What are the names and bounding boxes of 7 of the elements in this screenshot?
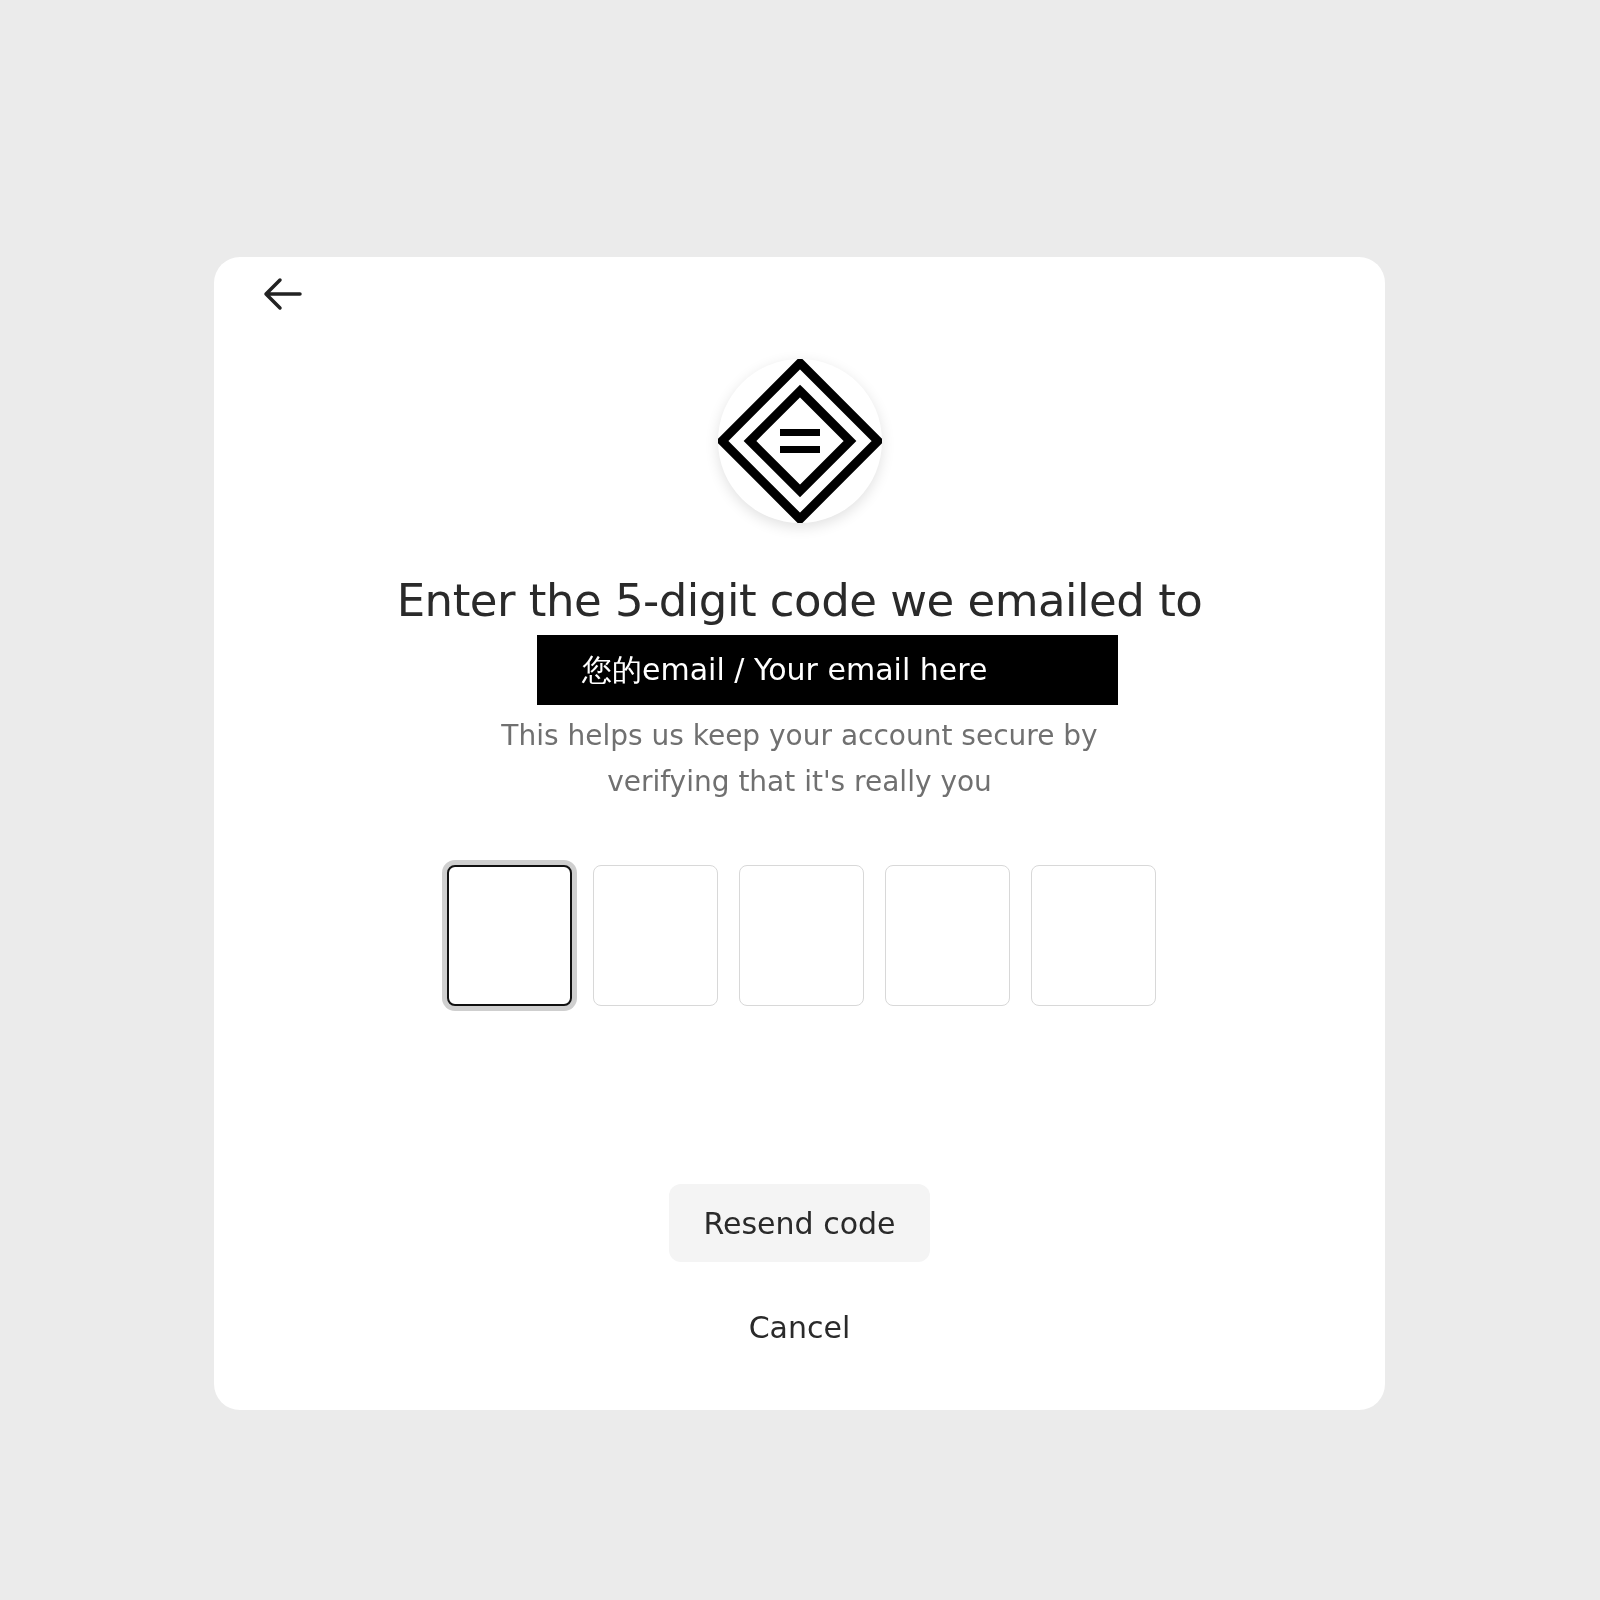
cancel-button[interactable]: Cancel [738, 1306, 861, 1349]
resend-button[interactable]: Resend code [669, 1184, 930, 1262]
description: This helps us keep your account secure by verifying that it's really you [500, 718, 1099, 800]
back-arrow-icon [262, 276, 302, 312]
email-address: 您的email / Your email here [537, 635, 1118, 705]
code-digit-field[interactable] [447, 865, 572, 1006]
heading: Enter the 5-digit code we emailed to [396, 573, 1203, 629]
